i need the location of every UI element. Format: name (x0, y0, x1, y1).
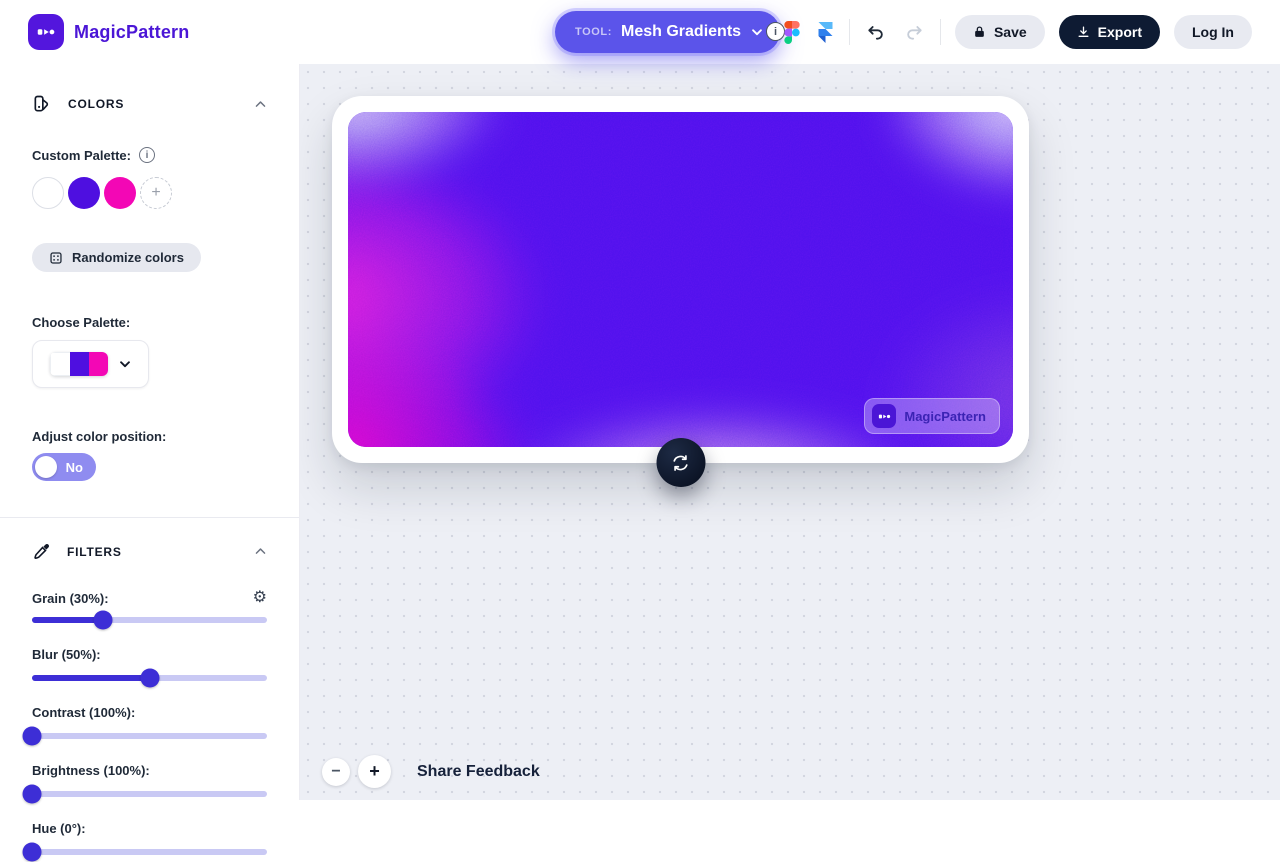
plus-icon: + (369, 761, 380, 782)
toggle-value: No (66, 460, 83, 475)
hue-label: Hue (0°): (32, 821, 86, 836)
toggle-knob (35, 456, 57, 478)
minus-icon: − (331, 763, 340, 781)
canvas-bottom-bar: − + Share Feedback (322, 755, 540, 788)
brightness-slider-group: Brightness (100%): (32, 762, 267, 803)
redo-icon[interactable] (902, 20, 926, 44)
blur-slider[interactable] (32, 669, 267, 687)
grain-noise-overlay (348, 112, 1013, 447)
canvas-area: MagicPattern − + Share Feedback (300, 64, 1280, 800)
palette-seg-white (50, 352, 70, 376)
grain-slider-group: Grain (30%): ⚙ (32, 590, 267, 629)
filters-section-header[interactable]: FILTERS (32, 542, 267, 561)
contrast-slider[interactable] (32, 727, 267, 745)
watermark-badge: MagicPattern (864, 398, 1000, 434)
tool-selector-dropdown[interactable]: TOOL: Mesh Gradients (555, 11, 780, 53)
magicpattern-logo-icon (28, 14, 64, 50)
regenerate-button[interactable] (656, 438, 705, 487)
share-feedback-link[interactable]: Share Feedback (417, 763, 540, 781)
palette-preview (50, 352, 108, 376)
plus-icon: + (151, 184, 160, 202)
swatch-purple[interactable] (68, 177, 100, 209)
contrast-label: Contrast (100%): (32, 705, 135, 720)
dice-icon (49, 251, 63, 265)
divider (940, 19, 941, 45)
chevron-down-icon (118, 357, 132, 371)
save-label: Save (994, 24, 1027, 40)
settings-sidebar: COLORS Custom Palette: i + Randomize col… (0, 64, 300, 800)
custom-palette-label: Custom Palette: (32, 148, 131, 163)
swatch-white[interactable] (32, 177, 64, 209)
tool-name-label: Mesh Gradients (621, 23, 741, 41)
watermark-text: MagicPattern (904, 409, 986, 424)
framer-icon[interactable] (816, 20, 835, 45)
download-icon (1077, 25, 1090, 39)
lock-icon (973, 25, 986, 39)
colors-section-header[interactable]: COLORS (32, 94, 267, 114)
blur-slider-group: Blur (50%): (32, 646, 267, 687)
adjust-color-position-label: Adjust color position: (32, 429, 267, 444)
adjust-position-toggle[interactable]: No (32, 453, 96, 481)
mesh-gradient-artwork[interactable]: MagicPattern (348, 112, 1013, 447)
gear-icon[interactable]: ⚙ (253, 590, 267, 606)
refresh-icon (671, 453, 691, 473)
export-button[interactable]: Export (1059, 15, 1160, 49)
add-swatch-button[interactable]: + (140, 177, 172, 209)
randomize-colors-button[interactable]: Randomize colors (32, 243, 201, 272)
export-label: Export (1098, 24, 1142, 40)
magicpattern-logo-icon (872, 404, 896, 428)
blur-label: Blur (50%): (32, 647, 101, 662)
custom-palette-info-icon[interactable]: i (139, 147, 155, 163)
brightness-label: Brightness (100%): (32, 763, 150, 778)
collapse-chevron-icon[interactable] (254, 98, 267, 111)
choose-palette-label: Choose Palette: (32, 315, 267, 330)
palette-seg-magenta (89, 352, 108, 376)
chevron-down-icon (750, 25, 764, 39)
colors-section-title: COLORS (68, 97, 254, 111)
grain-slider[interactable] (32, 611, 267, 629)
swatch-book-icon (32, 94, 52, 114)
app-header: MagicPattern TOOL: Mesh Gradients i Save (0, 0, 1280, 64)
swatch-magenta[interactable] (104, 177, 136, 209)
palette-seg-purple (70, 352, 89, 376)
login-button[interactable]: Log In (1174, 15, 1252, 49)
filters-section-title: FILTERS (67, 545, 254, 559)
divider (849, 19, 850, 45)
brand-logo[interactable]: MagicPattern (28, 14, 189, 50)
undo-icon[interactable] (864, 20, 888, 44)
contrast-slider-group: Contrast (100%): (32, 704, 267, 745)
palette-select-dropdown[interactable] (32, 340, 149, 388)
figma-icon[interactable] (782, 19, 802, 46)
custom-palette-swatches: + (32, 177, 267, 209)
grain-label: Grain (30%): (32, 591, 109, 606)
brightness-slider[interactable] (32, 785, 267, 803)
gradient-preview-card: MagicPattern (332, 96, 1029, 463)
hue-slider-group: Hue (0°): (32, 820, 267, 861)
login-label: Log In (1192, 24, 1234, 40)
zoom-in-button[interactable]: + (358, 755, 391, 788)
randomize-label: Randomize colors (72, 250, 184, 265)
tool-prefix-label: TOOL: (575, 26, 612, 38)
eyedropper-icon (32, 542, 51, 561)
zoom-out-button[interactable]: − (322, 758, 350, 786)
save-button[interactable]: Save (955, 15, 1045, 49)
brand-name: MagicPattern (74, 22, 189, 43)
hue-slider[interactable] (32, 843, 267, 861)
collapse-chevron-icon[interactable] (254, 545, 267, 558)
section-divider (0, 517, 299, 518)
